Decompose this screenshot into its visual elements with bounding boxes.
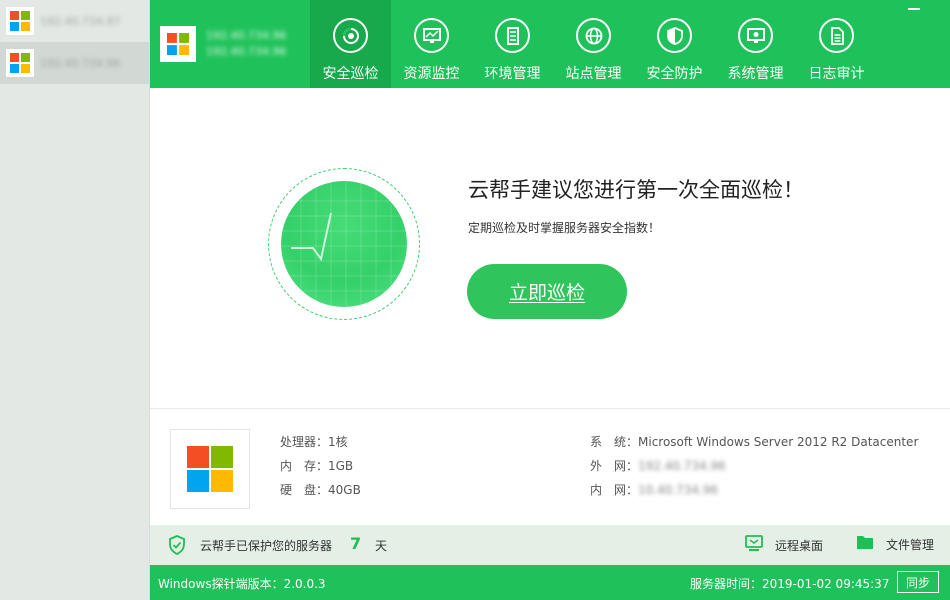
folder-icon (856, 534, 874, 554)
globe-icon (576, 18, 611, 53)
hero-title: 云帮手建议您进行第一次全面巡检！ (468, 178, 804, 202)
start-inspection-label: 立即巡检 (508, 282, 585, 304)
hero-subtitle: 定期巡检及时掌握服务器安全指数！ (468, 221, 661, 235)
scan-radar-icon (281, 181, 407, 307)
spec-disk: 硬 盘：40GB (280, 481, 361, 498)
spec-label: 内 存： (280, 459, 329, 473)
minimize-button[interactable] (902, 2, 926, 18)
spec-label: 硬 盘： (280, 483, 329, 497)
tab-site-management[interactable]: 站点管理 (553, 0, 634, 88)
client-version: Windows探针端版本：2.0.0.3 (158, 577, 326, 591)
spec-public-ip: 外 网：192.40.734.96 (590, 457, 726, 474)
spec-value: 1GB (328, 459, 354, 473)
tab-label: 日志审计 (808, 66, 865, 82)
protection-days-unit: 天 (375, 539, 388, 553)
tab-log-audit[interactable]: 日志审计 (796, 0, 877, 88)
spec-value: 192.40.734.96 (638, 459, 726, 473)
server-sidebar: 192.40.734.97 192.40.734.96 (0, 0, 150, 600)
current-server-ip: 192.40.734.96 (206, 29, 287, 42)
server-time: 服务器时间：2019-01-02 09:45:37 (690, 577, 890, 591)
current-server-info: 192.40.734.96 192.40.734.96 (206, 28, 286, 60)
tab-label: 站点管理 (565, 66, 622, 82)
file-manager-button[interactable]: 文件管理 (856, 534, 934, 554)
start-inspection-button[interactable]: 立即巡检 (467, 264, 627, 319)
sync-button[interactable]: 同步 (897, 571, 939, 593)
tab-system-management[interactable]: 系统管理 (715, 0, 796, 88)
protection-days: 7 (350, 534, 362, 553)
file-manager-label: 文件管理 (886, 537, 935, 552)
spec-value: 10.40.734.96 (638, 483, 719, 497)
tab-resource-monitor[interactable]: 资源监控 (391, 0, 472, 88)
windows-logo-icon (6, 7, 34, 35)
spec-label: 外 网： (590, 459, 639, 473)
eye-scan-icon (333, 18, 368, 53)
remote-desktop-button[interactable]: 远程桌面 (745, 534, 823, 556)
spec-cpu: 处理器：1核 (280, 433, 348, 450)
shield-check-icon (168, 535, 186, 559)
inspection-hero: 云帮手建议您进行第一次全面巡检！ 定期巡检及时掌握服务器安全指数！ 立即巡检 (150, 88, 950, 408)
server-list-item[interactable]: 192.40.734.97 (0, 0, 149, 42)
spec-label: 处理器： (280, 435, 329, 449)
minimize-icon (908, 8, 920, 10)
tab-label: 安全防护 (646, 66, 703, 82)
tab-environment[interactable]: 环境管理 (472, 0, 553, 88)
windows-logo-icon (170, 429, 250, 509)
protection-status-bar: 云帮手已保护您的服务器 7 天 远程桌面 文件管理 (150, 525, 950, 565)
tab-label: 资源监控 (403, 66, 460, 82)
server-ip: 192.40.734.96 (40, 56, 121, 70)
tab-label: 安全巡检 (322, 66, 379, 82)
document-icon (819, 18, 854, 53)
server-list-item-active[interactable]: 192.40.734.96 (0, 42, 149, 84)
spec-memory: 内 存：1GB (280, 457, 353, 474)
settings-monitor-icon (738, 18, 773, 53)
tab-label: 系统管理 (727, 66, 784, 82)
server-info-panel: 处理器：1核 内 存：1GB 硬 盘：40GB 系 统：Microsoft Wi… (150, 408, 950, 525)
tab-label: 环境管理 (484, 66, 541, 82)
windows-logo-icon (160, 26, 196, 62)
spec-private-ip: 内 网：10.40.734.96 (590, 481, 718, 498)
spec-os: 系 统：Microsoft Windows Server 2012 R2 Dat… (590, 433, 918, 450)
shield-icon (657, 18, 692, 53)
top-header: 192.40.734.96 192.40.734.96 安全巡检 资源监控 环境… (150, 0, 950, 88)
remote-desktop-icon (745, 534, 763, 556)
spec-label: 内 网： (590, 483, 639, 497)
windows-logo-icon (6, 49, 34, 77)
spec-value: 1核 (328, 435, 348, 449)
scan-indicator-ring (268, 168, 420, 320)
footer-bar: Windows探针端版本：2.0.0.3 服务器时间：2019-01-02 09… (150, 565, 950, 600)
monitor-chart-icon (414, 18, 449, 53)
protection-text: 云帮手已保护您的服务器 (200, 539, 333, 553)
spec-value: 40GB (328, 483, 361, 497)
server-stack-icon (495, 18, 530, 53)
spec-label: 系 统： (590, 435, 639, 449)
spec-value: Microsoft Windows Server 2012 R2 Datacen… (638, 435, 919, 449)
current-server-ip-secondary: 192.40.734.96 (206, 45, 287, 58)
tab-security-inspection[interactable]: 安全巡检 (310, 0, 391, 88)
remote-desktop-label: 远程桌面 (775, 538, 824, 553)
server-ip: 192.40.734.97 (40, 14, 121, 28)
main-nav: 安全巡检 资源监控 环境管理 站点管理 安全防护 系统管理 日志审计 (310, 0, 877, 88)
tab-security-protection[interactable]: 安全防护 (634, 0, 715, 88)
